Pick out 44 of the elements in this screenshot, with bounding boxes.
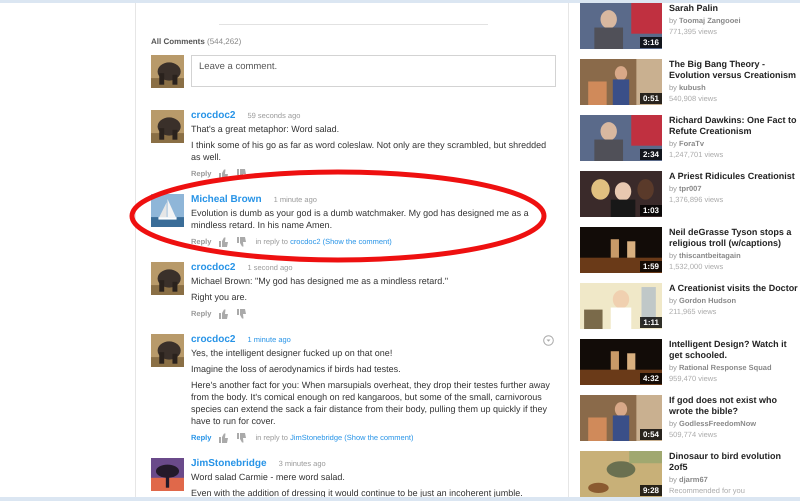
thumbs-up-icon[interactable] — [219, 169, 230, 179]
comment-text: Even with the addition of dressing it would continue to be just an incoherent jumble. — [191, 487, 524, 499]
comment-field[interactable]: Leave a comment. — [191, 55, 556, 87]
video-duration: 0:51 — [640, 93, 662, 104]
video-duration: 3:16 — [640, 37, 662, 48]
video-duration: 9:28 — [640, 485, 662, 496]
video-title[interactable]: If god does not exist who wrote the bible? — [669, 395, 800, 417]
thumbs-down-icon[interactable] — [237, 237, 248, 247]
thumbs-down-icon[interactable] — [237, 309, 248, 319]
comment-text: Evolution is dumb as your god is a dumb watchmaker. My god has designed me as a mindless retard. In his name Amen. — [191, 207, 530, 231]
video-duration: 1:03 — [640, 205, 662, 216]
dropdown-icon[interactable] — [543, 334, 554, 346]
comment-author[interactable]: crocdoc2 — [191, 334, 236, 346]
comment-text: That's a great metaphor: Word salad. — [191, 123, 340, 135]
comment-text: Imagine the loss of aerodynamics if birds had testes. — [191, 363, 402, 375]
video-title[interactable]: Sarah Palin — [669, 3, 800, 14]
comments-heading: All Comments — [151, 37, 205, 46]
video-duration: 0:54 — [640, 429, 662, 440]
comment-text: Here's another fact for you: When marsupials overheat, they drop their testes further away from the body. It's comical enough on red kangaroos, but some of the small, carnivorous species can extend the sack a fair distance from their body, pulling them up quickly if they have to run for cover. — [191, 379, 551, 427]
comment-author[interactable]: crocdoc2 — [191, 110, 236, 122]
video-title[interactable]: A Priest Ridicules Creationist — [669, 171, 800, 182]
thumbs-down-icon[interactable] — [237, 433, 248, 443]
comment-text: Yes, the intelligent designer fucked up on that one! — [191, 347, 394, 359]
video-duration: 4:32 — [640, 373, 662, 384]
comment-author[interactable]: Micheal Brown — [191, 194, 262, 206]
video-duration: 1:11 — [640, 317, 662, 328]
comment-text: Right you are. — [191, 291, 248, 303]
thumbs-up-icon[interactable] — [219, 309, 230, 319]
video-title[interactable]: Dinosaur to bird evolution 2of5 — [669, 451, 800, 473]
thumbs-up-icon[interactable] — [219, 433, 230, 443]
video-title[interactable]: Intelligent Design? Watch it get schooled. — [669, 339, 800, 361]
comment-text: I think some of his go as far as word coleslaw. Not only are they scrambled, but shredded as well. — [191, 139, 548, 163]
video-title[interactable]: Neil deGrasse Tyson stops a religious troll (w/captions) — [669, 227, 800, 249]
comment-count: (544,262) — [207, 37, 242, 46]
thumbs-up-icon[interactable] — [219, 237, 230, 247]
video-duration: 2:34 — [640, 149, 662, 160]
comment-author[interactable]: JimStonebridge — [191, 458, 267, 470]
comment-text: Michael Brown: "My god has designed me as a mindless retard." — [191, 275, 450, 287]
comment-text: Word salad Carmie - mere word salad. — [191, 471, 346, 483]
video-title[interactable]: The Big Bang Theory - Evolution versus Creationism — [669, 59, 800, 81]
video-duration: 1:59 — [640, 261, 662, 272]
video-title[interactable]: A Creationist visits the Doctor — [669, 283, 800, 294]
comment-author[interactable]: crocdoc2 — [191, 262, 236, 274]
video-title[interactable]: Richard Dawkins: One Fact to Refute Creationism — [669, 115, 800, 137]
